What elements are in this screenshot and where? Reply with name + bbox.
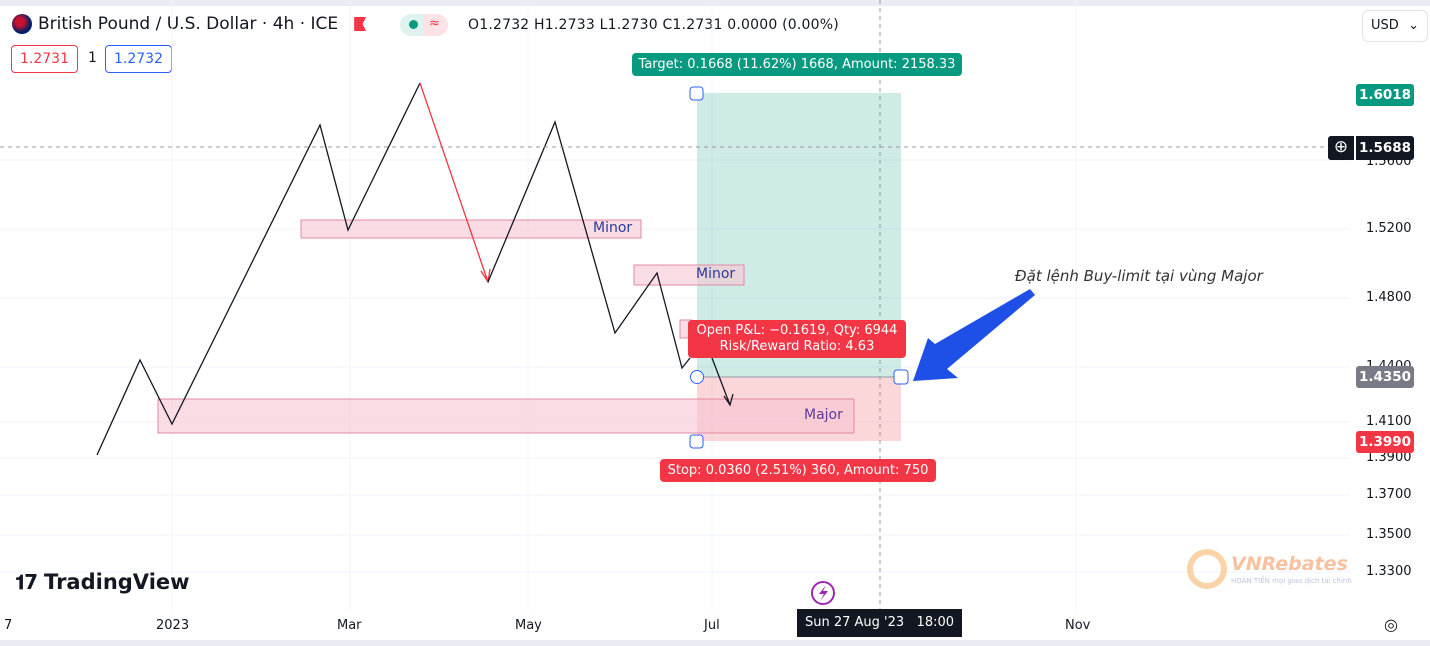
pnl-label: Open P&L: −0.1619, Qty: 6944 Risk/Reward… bbox=[688, 320, 906, 358]
pnl-line: Open P&L: −0.1619, Qty: 6944 bbox=[696, 323, 898, 338]
major-zone bbox=[157, 398, 855, 434]
tradingview-logo[interactable]: 𝟏7 TradingView bbox=[15, 570, 190, 594]
price-tick: 1.5200 bbox=[1366, 221, 1412, 236]
target-price-tag: 1.6018 bbox=[1356, 84, 1414, 106]
time-tick: Nov bbox=[1065, 618, 1091, 633]
stop-label: Stop: 0.0360 (2.51%) 360, Amount: 750 bbox=[660, 459, 936, 482]
time-tick: May bbox=[515, 618, 542, 633]
window-bottom-border bbox=[0, 640, 1430, 646]
watermark-text: VNRebates bbox=[1231, 553, 1348, 575]
price-path-down-red bbox=[419, 82, 489, 283]
price-tick: 1.3500 bbox=[1366, 527, 1412, 542]
add-alert-plus-icon[interactable]: ⊕ bbox=[1328, 136, 1354, 160]
time-tick: Jul bbox=[704, 618, 720, 633]
watermark-subtext: HOÀN TIỀN mọi giao dịch tài chính bbox=[1231, 577, 1352, 585]
price-tick: 1.4100 bbox=[1366, 414, 1412, 429]
entry-price-tag: 1.4350 bbox=[1356, 366, 1414, 388]
time-tick: Mar bbox=[337, 618, 362, 633]
chart-canvas[interactable] bbox=[0, 0, 1350, 610]
crosshair-time-tag: Sun 27 Aug '23 18:00 bbox=[797, 609, 962, 637]
price-path-2 bbox=[487, 120, 691, 370]
stop-handle bbox=[689, 434, 704, 449]
target-handle bbox=[689, 86, 704, 101]
watermark-logo-icon bbox=[1187, 549, 1227, 589]
time-tick: 7 bbox=[4, 618, 13, 633]
target-label: Target: 0.1668 (11.62%) 1668, Amount: 21… bbox=[632, 53, 962, 76]
major-zone-label: Major bbox=[804, 407, 843, 423]
price-tick: 1.3700 bbox=[1366, 487, 1412, 502]
currency-label: USD bbox=[1371, 18, 1399, 33]
stop-price-tag: 1.3990 bbox=[1356, 431, 1414, 453]
price-tick: 1.4800 bbox=[1366, 290, 1412, 305]
lightning-icon bbox=[819, 585, 828, 601]
entry-handle-right bbox=[893, 369, 909, 385]
grid-lines bbox=[0, 0, 1350, 610]
tradingview-logo-text: TradingView bbox=[44, 570, 190, 594]
minor-zone-2-label: Minor bbox=[696, 266, 736, 282]
entry-handle-left bbox=[690, 370, 704, 384]
tradingview-logo-icon: 𝟏7 bbox=[15, 570, 38, 594]
risk-reward-line: Risk/Reward Ratio: 4.63 bbox=[719, 339, 875, 354]
crosshair-price-tag: 1.5688 bbox=[1356, 136, 1414, 160]
price-tick: 1.3300 bbox=[1366, 564, 1412, 579]
time-tick: 2023 bbox=[156, 618, 190, 633]
minor-zone-1-label: Minor bbox=[593, 220, 633, 236]
annotation-text: Đặt lệnh Buy-limit tại vùng Major bbox=[1015, 267, 1263, 285]
settings-eye-icon[interactable]: ◎ bbox=[1384, 615, 1398, 634]
chevron-down-icon: ⌄ bbox=[1408, 18, 1419, 33]
currency-select[interactable]: USD ⌄ bbox=[1362, 10, 1428, 42]
